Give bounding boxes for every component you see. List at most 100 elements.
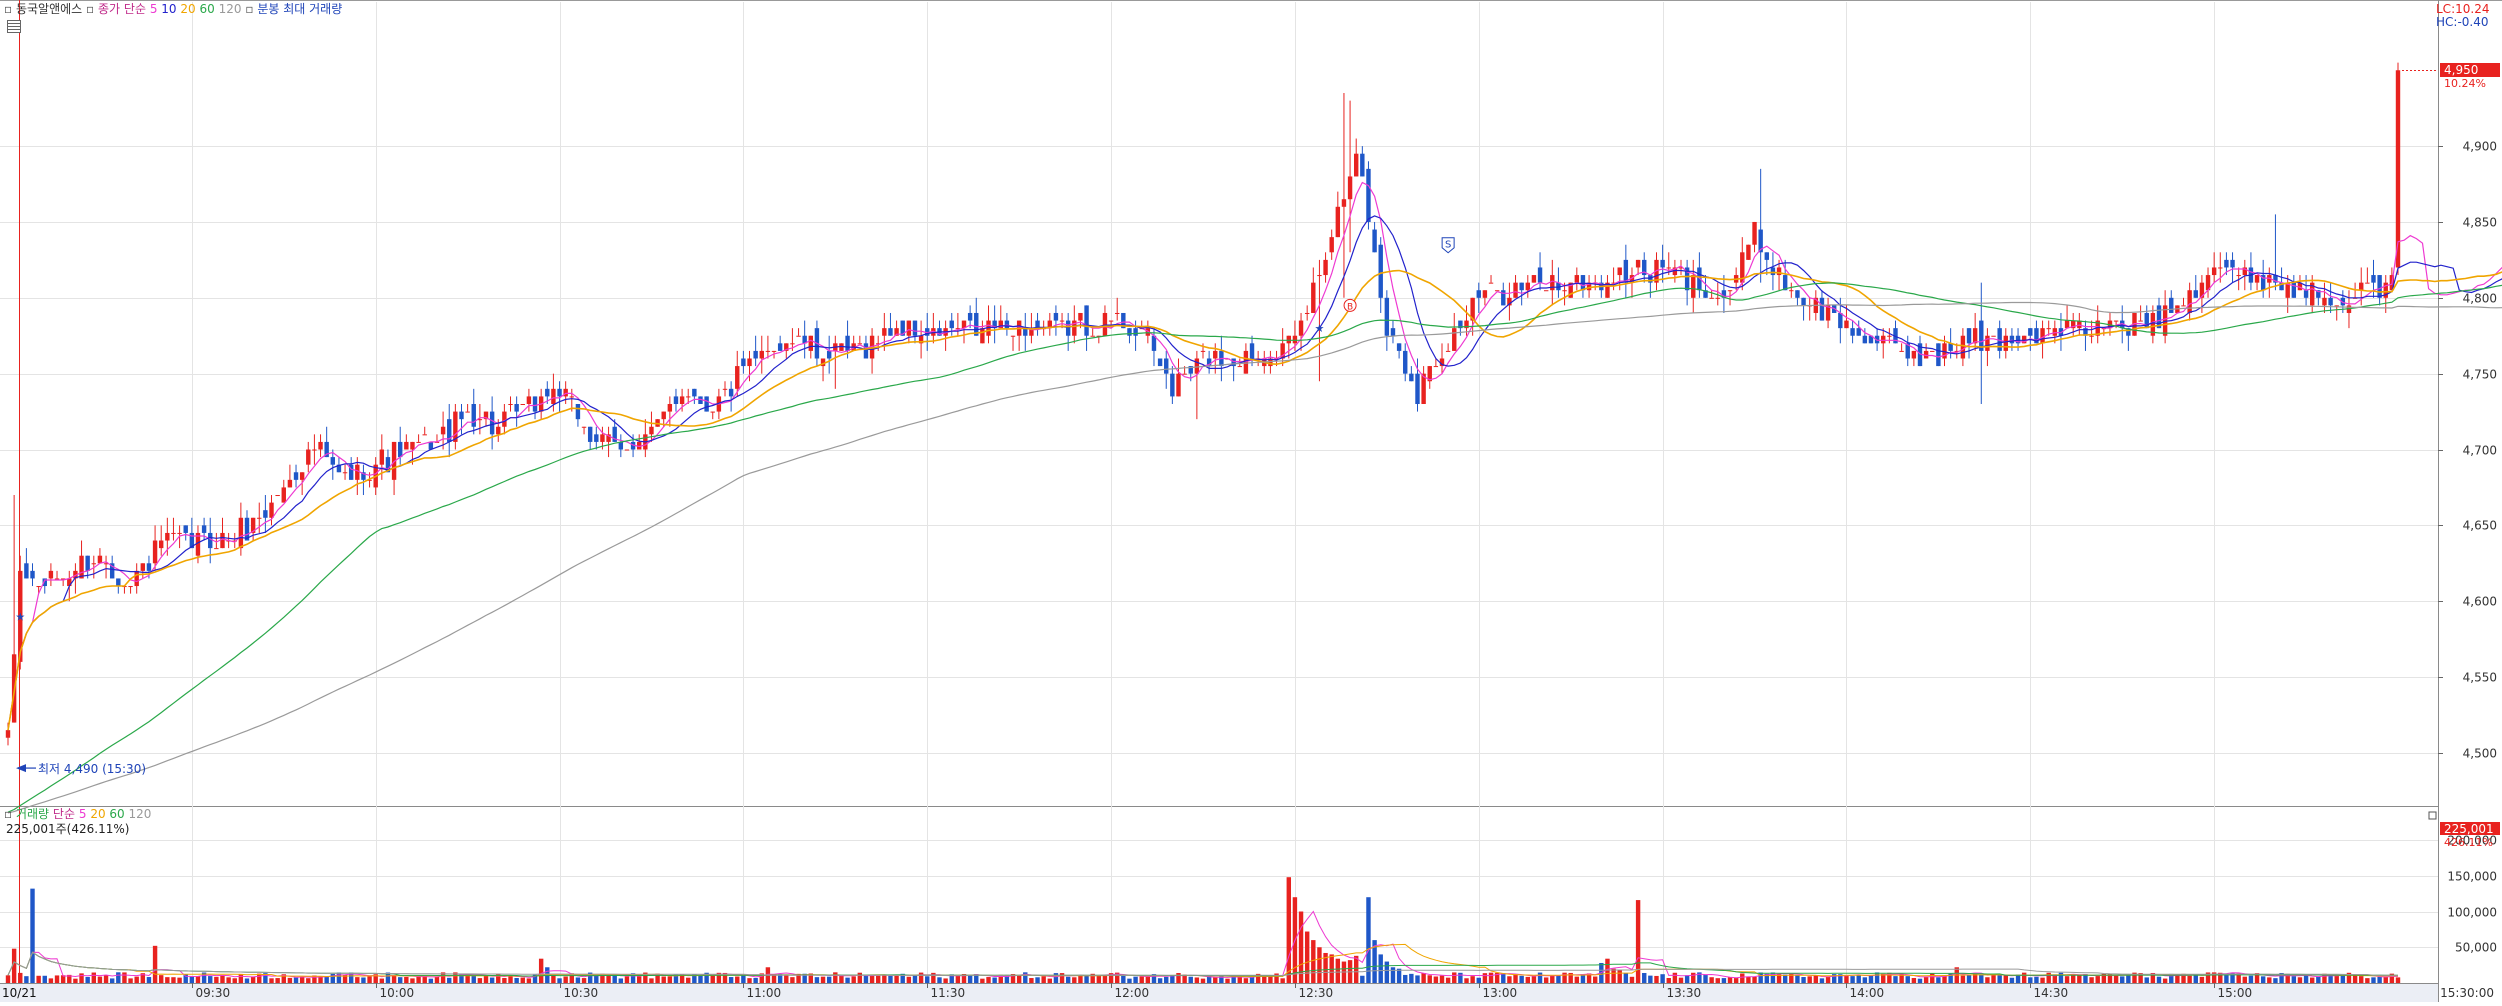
y-tick-label: 4,800 <box>2463 292 2497 306</box>
volume-bar <box>2144 977 2149 983</box>
collapse-icon[interactable]: ▫ <box>4 2 12 16</box>
volume-bar <box>1096 975 1102 983</box>
volume-bar <box>134 976 139 983</box>
y-tick-label: 4,550 <box>2463 671 2497 685</box>
candle-body <box>1084 305 1089 336</box>
candle-body <box>275 495 280 497</box>
candle-body <box>1525 282 1531 291</box>
candle-body <box>24 563 29 579</box>
star-marker-icon: ★ <box>15 610 25 623</box>
ma10-period: 10 <box>161 2 177 16</box>
x-tick-label: 14:30 <box>2034 986 2069 1000</box>
volume-bar <box>1746 976 1751 983</box>
volume-bar <box>477 978 483 983</box>
volume-bar <box>1678 977 1684 983</box>
volume-bar <box>1121 975 1126 983</box>
volume-bar <box>361 977 366 983</box>
candle-body <box>1317 275 1322 277</box>
volume-bar <box>1262 975 1267 983</box>
candle-body <box>1078 312 1083 321</box>
volume-bar <box>103 975 109 983</box>
volume-bar <box>1470 976 1475 983</box>
candle-body <box>2046 328 2051 330</box>
x-tick-label: 10:30 <box>564 986 599 1000</box>
volume-bar <box>1917 978 1923 983</box>
candle-body <box>2377 275 2382 298</box>
volume-bar <box>1807 976 1812 983</box>
vol-ma-label[interactable]: 단순 <box>53 807 75 821</box>
volume-bar <box>1629 976 1635 983</box>
bar-label[interactable]: 분봉 최대 거래량 <box>257 2 342 16</box>
volume-bar <box>1874 972 1880 983</box>
table-icon[interactable] <box>7 20 21 33</box>
candle-body <box>888 328 893 336</box>
volume-pane-toggle-icon <box>2428 811 2437 820</box>
volume-bar <box>1592 976 1598 983</box>
candle-body <box>747 358 752 367</box>
volume-bar <box>54 975 60 983</box>
volume-bar <box>2291 976 2297 983</box>
candle-body <box>502 411 507 427</box>
volume-bar <box>397 977 403 983</box>
candle-body <box>1286 335 1292 344</box>
volume-y-tick-label: 100,000 <box>2447 906 2497 920</box>
volume-bar <box>428 978 434 983</box>
candle-body <box>36 586 41 588</box>
candle-body <box>790 343 795 345</box>
candle-body <box>1985 335 1990 351</box>
candle-body <box>1335 206 1341 238</box>
candle-body <box>1960 335 1966 359</box>
volume-bar <box>814 977 820 983</box>
candle-body <box>1966 328 1972 344</box>
x-tick-label: 10:00 <box>380 986 415 1000</box>
volume-bar <box>624 976 630 983</box>
volume-bar <box>1304 931 1310 983</box>
volume-bar <box>109 978 115 983</box>
ma-toggle-icon[interactable]: ▫ <box>86 2 94 16</box>
ma20-period: 20 <box>180 2 196 16</box>
candle-body <box>741 358 746 367</box>
volume-bar <box>244 978 250 983</box>
volume-bar <box>1966 975 1972 983</box>
stock-name[interactable]: 동국알앤에스 <box>16 2 82 16</box>
volume-bar <box>2383 976 2388 983</box>
sell-marker-label: S <box>1445 240 1451 251</box>
volume-bar <box>367 976 372 983</box>
volume-bar <box>1366 897 1371 983</box>
volume-bar <box>183 974 188 983</box>
volume-bar <box>2095 976 2100 983</box>
candle-body <box>1881 335 1886 344</box>
bar-toggle-icon[interactable]: ▫ <box>245 2 253 16</box>
volume-bar <box>863 975 869 983</box>
candle-body <box>863 343 869 359</box>
ma-label[interactable]: 종가 단순 <box>98 2 146 16</box>
vol-toggle-icon[interactable]: ▫ <box>4 807 12 821</box>
volume-bar <box>36 975 41 983</box>
volume-bar <box>1072 977 1077 983</box>
volume-bar <box>1415 975 1420 983</box>
volume-bar <box>152 945 158 983</box>
volume-bar <box>2260 976 2266 983</box>
candle-body <box>54 578 60 580</box>
vol-label[interactable]: 거래량 <box>16 807 49 821</box>
volume-bar <box>1139 976 1144 983</box>
candle-body <box>410 441 415 450</box>
volume-bar <box>2162 978 2168 983</box>
y-tick-label: 4,900 <box>2463 140 2497 154</box>
candle-body <box>342 472 348 474</box>
candle-body <box>1513 282 1518 298</box>
candle-body <box>1378 244 1383 298</box>
candle-body <box>949 320 954 329</box>
candle-body <box>1476 290 1481 298</box>
candle-body <box>1396 343 1402 351</box>
volume-bar <box>1862 977 1868 983</box>
candle-body <box>1746 244 1751 260</box>
candle-body <box>1157 358 1163 367</box>
volume-bar <box>2009 977 2015 983</box>
volume-header: ▫ 거래량 단순 5 20 60 120 <box>4 807 151 821</box>
candle-body <box>1930 350 1935 352</box>
volume-bar <box>1752 976 1757 983</box>
volume-bar <box>1513 975 1518 983</box>
volume-bar <box>1243 978 1249 983</box>
candle-body <box>826 350 832 359</box>
